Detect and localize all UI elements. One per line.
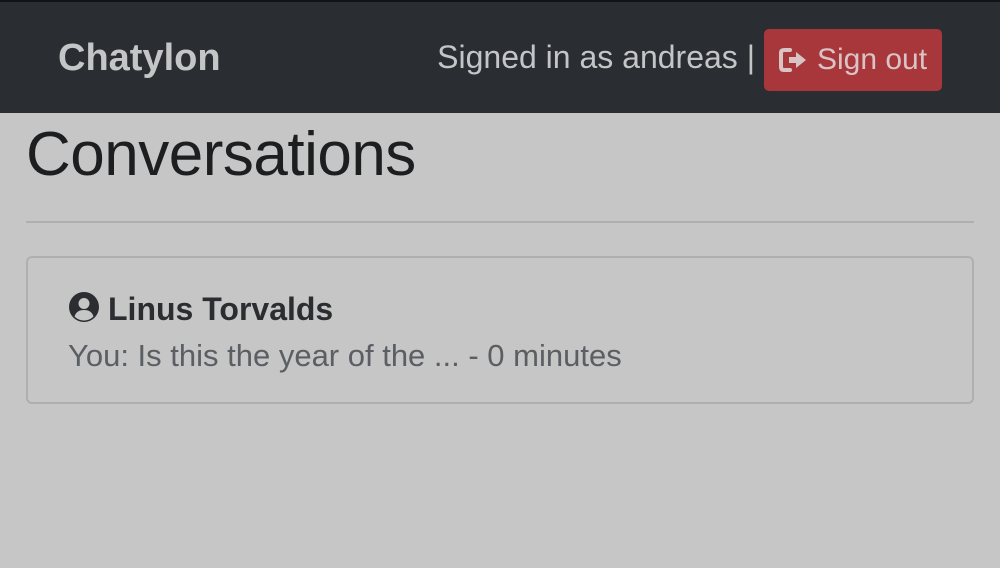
conversation-header: Linus Torvalds — [68, 290, 333, 328]
top-navbar: Chatylon Signed in as andreas | Sign out — [0, 0, 1000, 113]
user-circle-icon — [68, 291, 100, 328]
contact-name: Linus Torvalds — [108, 291, 334, 327]
sign-out-button[interactable]: Sign out — [764, 29, 942, 91]
title-divider — [26, 221, 974, 223]
sign-out-icon — [778, 47, 809, 73]
last-message-preview: You: Is this the year of the ... - 0 min… — [68, 338, 622, 373]
conversation-card[interactable]: Linus Torvalds You: Is this the year of … — [26, 256, 974, 404]
sign-out-label: Sign out — [816, 43, 928, 76]
signed-in-text: Signed in as andreas | — [437, 39, 755, 75]
page-title: Conversations — [26, 120, 416, 189]
brand-link[interactable]: Chatylon — [58, 36, 221, 80]
